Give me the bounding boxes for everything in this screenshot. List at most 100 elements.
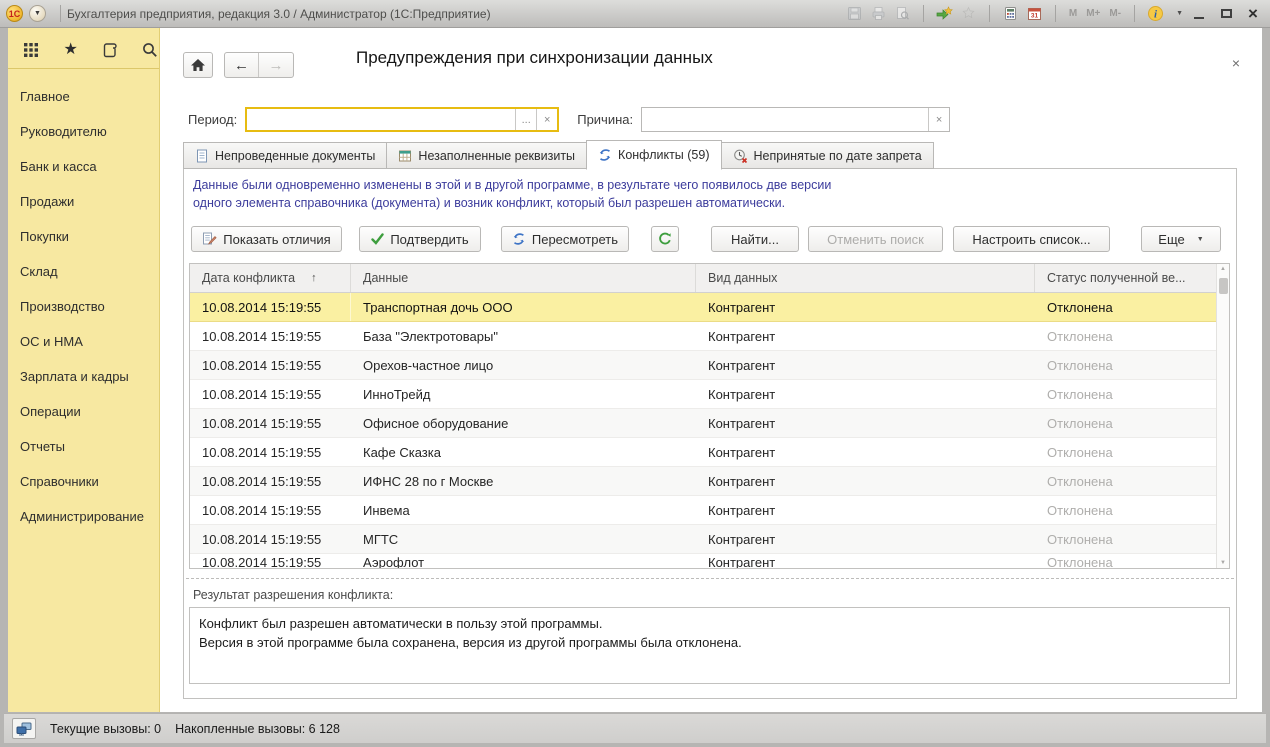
- tab-unposted-documents[interactable]: Непроведенные документы: [183, 142, 387, 169]
- cell-data: Офисное оборудование: [351, 409, 696, 437]
- accumulated-calls-text: Накопленные вызовы: 6 128: [175, 722, 340, 736]
- reason-clear-button[interactable]: ×: [928, 108, 949, 131]
- find-button[interactable]: Найти...: [711, 226, 799, 252]
- column-header-data[interactable]: Данные: [351, 264, 696, 292]
- show-differences-button[interactable]: Показать отличия: [191, 226, 342, 252]
- forward-button: →: [259, 53, 293, 77]
- scrollbar-thumb[interactable]: [1219, 278, 1228, 294]
- cell-conflict-date: 10.08.2014 15:19:55: [190, 525, 351, 553]
- table-row[interactable]: 10.08.2014 15:19:55 ИФНС 28 по г Москве …: [190, 467, 1229, 496]
- sidebar-item[interactable]: Продажи: [8, 184, 159, 219]
- sidebar-item[interactable]: Банк и касса: [8, 149, 159, 184]
- tab-rejected-by-date[interactable]: Непринятые по дате запрета: [721, 142, 934, 169]
- confirm-button[interactable]: Подтвердить: [359, 226, 481, 252]
- cell-conflict-date: 10.08.2014 15:19:55: [190, 554, 351, 569]
- refresh-button[interactable]: [651, 226, 679, 252]
- add-to-favorites-icon[interactable]: [935, 5, 954, 23]
- functions-menu-icon[interactable]: [22, 41, 40, 59]
- more-caret-icon: ▼: [1197, 236, 1204, 243]
- table-row[interactable]: 10.08.2014 15:19:55 Аэрофлот Контрагент …: [190, 554, 1229, 569]
- sidebar-item[interactable]: Склад: [8, 254, 159, 289]
- reason-input[interactable]: [642, 108, 928, 131]
- favorites-star-icon[interactable]: ★: [62, 41, 80, 59]
- table-row[interactable]: 10.08.2014 15:19:55 База "Электротовары"…: [190, 322, 1229, 351]
- cell-kind: Контрагент: [696, 467, 1035, 495]
- cell-data: Аэрофлот: [351, 554, 696, 569]
- reason-input-group: ×: [641, 107, 950, 132]
- close-window-button[interactable]: ×: [1242, 5, 1264, 23]
- minimize-button[interactable]: [1188, 5, 1210, 23]
- info-dropdown-caret-icon[interactable]: ▼: [1176, 10, 1183, 17]
- sidebar-item[interactable]: Главное: [8, 79, 159, 114]
- sidebar-item[interactable]: Администрирование: [8, 499, 159, 534]
- column-header-status[interactable]: Статус полученной ве...: [1035, 264, 1229, 292]
- sidebar-item[interactable]: Покупки: [8, 219, 159, 254]
- main-menu-dropdown-button[interactable]: ▼: [29, 5, 46, 22]
- result-line2: Версия в этой программе была сохранена, …: [199, 633, 1220, 652]
- home-button[interactable]: [183, 52, 213, 78]
- server-calls-icon[interactable]: [12, 718, 36, 739]
- sidebar-item[interactable]: Руководителю: [8, 114, 159, 149]
- memory-m-button: M: [1067, 8, 1079, 19]
- cell-conflict-date: 10.08.2014 15:19:55: [190, 438, 351, 466]
- memory-m-minus-button: M-: [1107, 8, 1123, 19]
- sidebar-item[interactable]: Производство: [8, 289, 159, 324]
- configure-list-button[interactable]: Настроить список...: [953, 226, 1110, 252]
- info-icon[interactable]: i: [1146, 5, 1165, 23]
- table-row[interactable]: 10.08.2014 15:19:55 ИнноТрейд Контрагент…: [190, 380, 1229, 409]
- review-button[interactable]: Пересмотреть: [501, 226, 629, 252]
- scroll-down-icon[interactable]: ▼: [1217, 560, 1229, 566]
- sidebar-item[interactable]: Операции: [8, 394, 159, 429]
- calendar-icon[interactable]: 31: [1025, 5, 1044, 23]
- scroll-up-icon[interactable]: ▲: [1217, 266, 1229, 272]
- sidebar-item[interactable]: ОС и НМА: [8, 324, 159, 359]
- history-icon[interactable]: [102, 41, 120, 59]
- table-row[interactable]: 10.08.2014 15:19:55 Транспортная дочь ОО…: [190, 293, 1229, 322]
- table-body: 10.08.2014 15:19:55 Транспортная дочь ОО…: [190, 293, 1229, 569]
- more-button[interactable]: Еще▼: [1141, 226, 1221, 252]
- search-icon[interactable]: [141, 41, 159, 59]
- tab-unfilled-attributes[interactable]: Незаполненные реквизиты: [386, 142, 587, 169]
- cell-kind: Контрагент: [696, 322, 1035, 350]
- sidebar-item[interactable]: Зарплата и кадры: [8, 359, 159, 394]
- column-header-date[interactable]: Дата конфликта ↑: [190, 264, 351, 292]
- table-row[interactable]: 10.08.2014 15:19:55 Инвема Контрагент От…: [190, 496, 1229, 525]
- period-input-group: ... ×: [245, 107, 559, 132]
- table-row[interactable]: 10.08.2014 15:19:55 Орехов-частное лицо …: [190, 351, 1229, 380]
- calculator-icon[interactable]: [1001, 5, 1020, 23]
- cell-conflict-date: 10.08.2014 15:19:55: [190, 380, 351, 408]
- cell-kind: Контрагент: [696, 409, 1035, 437]
- sidebar-item[interactable]: Отчеты: [8, 429, 159, 464]
- sort-ascending-icon: ↑: [311, 272, 317, 284]
- print-preview-icon: [893, 5, 912, 23]
- column-header-kind[interactable]: Вид данных: [696, 264, 1035, 292]
- back-button[interactable]: ←: [225, 53, 259, 77]
- titlebar: 1С ▼ Бухгалтерия предприятия, редакция 3…: [0, 0, 1270, 28]
- cell-data: ИнноТрейд: [351, 380, 696, 408]
- info-text-line1: Данные были одновременно изменены в этой…: [193, 178, 831, 192]
- period-input[interactable]: [247, 109, 515, 130]
- maximize-button[interactable]: [1215, 5, 1237, 23]
- sidebar: ★ ГлавноеРуководителюБанк и кассаПродажи…: [8, 28, 160, 712]
- cell-status: Отклонена: [1035, 409, 1229, 437]
- reason-label: Причина:: [577, 112, 633, 127]
- result-text-box[interactable]: Конфликт был разрешен автоматически в по…: [189, 607, 1230, 684]
- cell-conflict-date: 10.08.2014 15:19:55: [190, 409, 351, 437]
- close-form-icon[interactable]: ×: [1232, 56, 1240, 70]
- period-clear-button[interactable]: ×: [536, 109, 557, 130]
- table-header: Дата конфликта ↑ Данные Вид данных Стату…: [190, 264, 1229, 293]
- save-icon: [845, 5, 864, 23]
- splitter[interactable]: [186, 578, 1234, 579]
- period-choose-button[interactable]: ...: [515, 109, 536, 130]
- sidebar-item[interactable]: Справочники: [8, 464, 159, 499]
- cell-kind: Контрагент: [696, 380, 1035, 408]
- table-row[interactable]: 10.08.2014 15:19:55 Кафе Сказка Контраге…: [190, 438, 1229, 467]
- table-row[interactable]: 10.08.2014 15:19:55 Офисное оборудование…: [190, 409, 1229, 438]
- app-logo-1c-icon[interactable]: 1С: [6, 5, 23, 22]
- sidebar-menu: ГлавноеРуководителюБанк и кассаПродажиПо…: [8, 69, 159, 534]
- table-row[interactable]: 10.08.2014 15:19:55 МГТС Контрагент Откл…: [190, 525, 1229, 554]
- tab-conflicts[interactable]: Конфликты (59): [586, 140, 721, 170]
- cell-status: Отклонена: [1035, 322, 1229, 350]
- vertical-scrollbar[interactable]: ▲ ▼: [1216, 264, 1229, 568]
- cell-status: Отклонена: [1035, 525, 1229, 553]
